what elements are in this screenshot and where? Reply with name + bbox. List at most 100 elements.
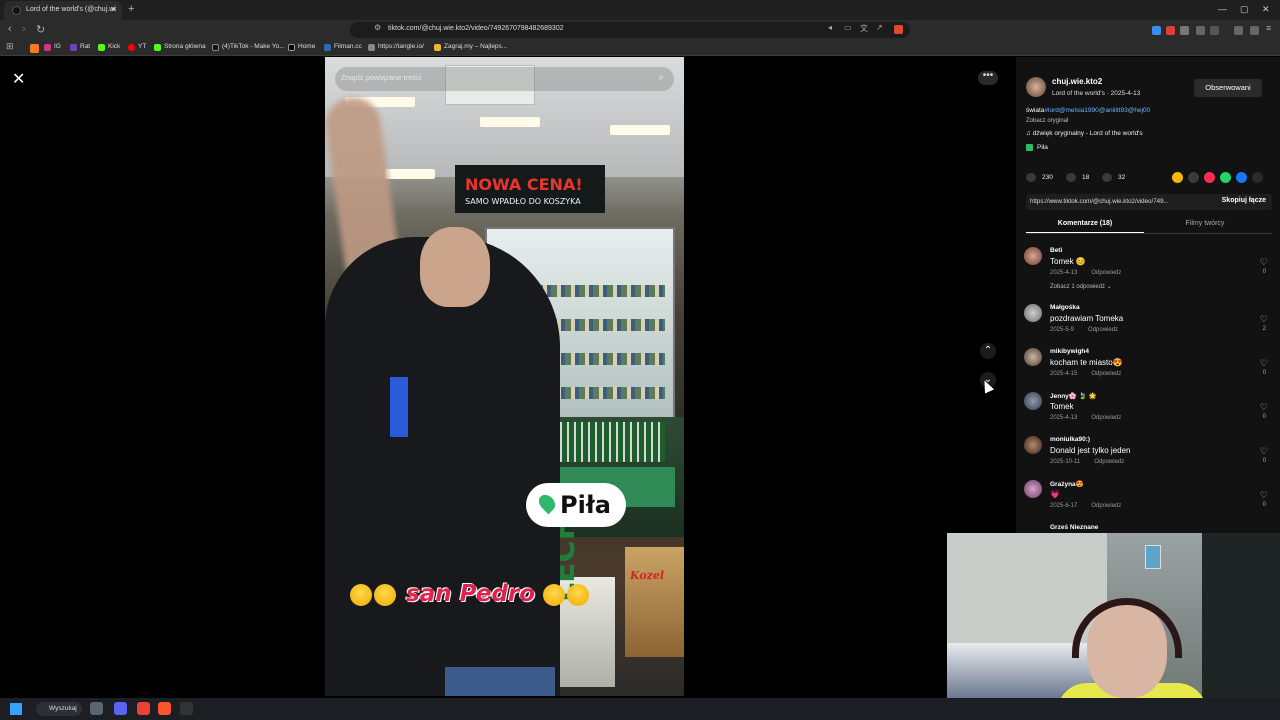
like-comment-icon[interactable]: ♡	[1260, 402, 1268, 413]
share-icon[interactable]	[1172, 172, 1183, 183]
url-field[interactable]: ⚙ tiktok.com/@chuj.wie.kto2/video/749267…	[350, 22, 910, 38]
bookmark-item[interactable]: Zagraj.my – Najleps...	[434, 43, 507, 51]
forward-icon[interactable]: ›	[22, 23, 26, 35]
close-tab-icon[interactable]: ✕	[110, 5, 117, 14]
follow-button[interactable]: Obserwowani	[1194, 79, 1262, 97]
ceiling-light	[385, 169, 435, 179]
sound-link[interactable]: ♫ dźwięk oryginalny - Lord of the world'…	[1026, 130, 1143, 137]
close-video-icon[interactable]: ✕	[12, 69, 25, 89]
translate-icon[interactable]: 文	[860, 23, 868, 34]
extensions-icon[interactable]	[1196, 26, 1205, 35]
discord-icon[interactable]	[114, 702, 127, 715]
brave-icon[interactable]	[158, 702, 171, 715]
x-icon	[288, 44, 295, 51]
webcam-overlay	[947, 533, 1280, 720]
previous-video-icon[interactable]: ⌃	[980, 343, 996, 359]
bookmark-item[interactable]: YT	[128, 43, 146, 51]
person-head	[420, 227, 490, 307]
comment-like-count: 0	[1262, 269, 1266, 275]
more-share-icon[interactable]	[1252, 172, 1263, 183]
share-icon[interactable]: ↗	[876, 23, 883, 32]
commenter-avatar[interactable]	[1024, 348, 1042, 366]
whatsapp-icon[interactable]	[1220, 172, 1231, 183]
copy-link-button[interactable]: Skopiuj łącze	[1222, 197, 1266, 204]
bookmark-item[interactable]: https://tangle.io/	[368, 43, 424, 51]
creator-subline: Lord of the world's · 2025-4-13	[1052, 90, 1141, 97]
commenter-avatar[interactable]	[1024, 480, 1042, 498]
taskbar-search[interactable]: Wyszukaj	[36, 702, 82, 716]
reply-button[interactable]: Odpowiedz	[1088, 327, 1118, 333]
see-original-link[interactable]: Zobacz oryginał	[1026, 118, 1068, 124]
bookmark-folder-icon[interactable]	[30, 44, 39, 53]
like-comment-icon[interactable]: ♡	[1260, 358, 1268, 369]
tab-comments[interactable]: Komentarze (18)	[1026, 220, 1144, 234]
save-stat[interactable]: 32	[1102, 173, 1125, 182]
tab-title: Lord of the world's (@chuj.wi	[26, 6, 116, 13]
bookmark-item[interactable]: Strona główna	[154, 43, 206, 51]
wallet-icon[interactable]	[1250, 26, 1259, 35]
related-search-input[interactable]: Znajdź powiązane treści ⌕	[335, 67, 674, 91]
bookmark-item[interactable]: Kick	[98, 43, 120, 51]
taskbar: Wyszukaj	[0, 698, 1280, 720]
like-comment-icon[interactable]: ♡	[1260, 490, 1268, 501]
commenter-avatar[interactable]	[1024, 247, 1042, 265]
more-options-icon[interactable]: •••	[978, 71, 998, 85]
commenter-avatar[interactable]	[1024, 392, 1042, 410]
comment-item: mikibywigh4 kocham te miasto😍 2025-4-15 O…	[1022, 348, 1272, 392]
reply-button[interactable]: Odpowiedz	[1091, 270, 1121, 276]
commenter-avatar[interactable]	[1024, 436, 1042, 454]
close-window-icon[interactable]: ✕	[1262, 4, 1270, 15]
facebook-icon[interactable]	[1236, 172, 1247, 183]
reply-button[interactable]: Odpowiedz	[1091, 503, 1121, 509]
chrome-icon[interactable]	[137, 702, 150, 715]
like-comment-icon[interactable]: ♡	[1260, 314, 1268, 325]
obs-icon[interactable]	[180, 702, 193, 715]
menu-icon[interactable]: ≡	[1266, 23, 1271, 33]
view-replies-link[interactable]: Zobacz 1 odpowiedź ⌄	[1050, 283, 1112, 290]
commenter-avatar[interactable]	[1024, 304, 1042, 322]
embed-icon[interactable]	[1188, 172, 1199, 183]
file-explorer-icon[interactable]	[90, 702, 103, 715]
like-comment-icon[interactable]: ♡	[1260, 257, 1268, 268]
bookmark-item[interactable]: Home	[288, 43, 315, 51]
cast-icon[interactable]: ▭	[844, 23, 852, 32]
send-icon[interactable]	[1204, 172, 1215, 183]
location-link[interactable]: Piła	[1026, 144, 1048, 151]
like-stat[interactable]: 230	[1026, 173, 1053, 182]
description-tags[interactable]: #lord@melsia1990@anilitt93@hej00	[1044, 107, 1150, 114]
extension-icon[interactable]	[1152, 26, 1161, 35]
site-info-icon[interactable]: ⚙	[374, 23, 381, 32]
search-icon[interactable]: ⌕	[658, 72, 664, 83]
like-comment-icon[interactable]: ♡	[1260, 446, 1268, 457]
sidebar-icon[interactable]	[1210, 26, 1219, 35]
reload-icon[interactable]: ↻	[36, 23, 45, 36]
browser-tab[interactable]: Lord of the world's (@chuj.wi ✕	[4, 1, 122, 20]
minimize-icon[interactable]: —	[1218, 4, 1227, 14]
comment-like-count: 0	[1262, 458, 1266, 464]
maximize-icon[interactable]: ▢	[1240, 4, 1249, 15]
reply-button[interactable]: Odpowiedz	[1091, 415, 1121, 421]
mute-icon[interactable]: ◂	[828, 23, 832, 32]
bookmark-item[interactable]: (4)TikTok - Make Yo...	[212, 43, 285, 51]
comment-stat[interactable]: 18	[1066, 173, 1089, 182]
tab-creator-videos[interactable]: Filmy twórcy	[1146, 220, 1264, 232]
location-pin-icon	[535, 491, 559, 515]
new-tab-icon[interactable]: +	[128, 3, 134, 15]
globe-icon	[368, 44, 375, 51]
creator-username[interactable]: chuj.wie.kto2	[1052, 77, 1102, 86]
creator-avatar[interactable]	[1026, 77, 1046, 97]
back-icon[interactable]: ‹	[8, 23, 12, 35]
media-icon[interactable]	[1234, 26, 1243, 35]
comment-like-count: 2	[1262, 326, 1266, 332]
brave-shield-icon[interactable]	[894, 25, 903, 34]
reply-button[interactable]: Odpowiedz	[1094, 459, 1124, 465]
bookmark-item[interactable]: Rat	[70, 43, 90, 51]
apps-grid-icon[interactable]: ⊞	[6, 41, 14, 52]
bookmark-item[interactable]: IG	[44, 43, 61, 51]
bookmark-item[interactable]: Filman.cc	[324, 43, 362, 51]
extension-icon[interactable]	[1166, 26, 1175, 35]
windows-start-icon[interactable]	[10, 703, 22, 715]
reply-button[interactable]: Odpowiedz	[1091, 371, 1121, 377]
video-player[interactable]: NOWA CENA! SAMO WPADŁO DO KOSZYKA LECH K…	[325, 57, 684, 696]
extension-icon[interactable]	[1180, 26, 1189, 35]
